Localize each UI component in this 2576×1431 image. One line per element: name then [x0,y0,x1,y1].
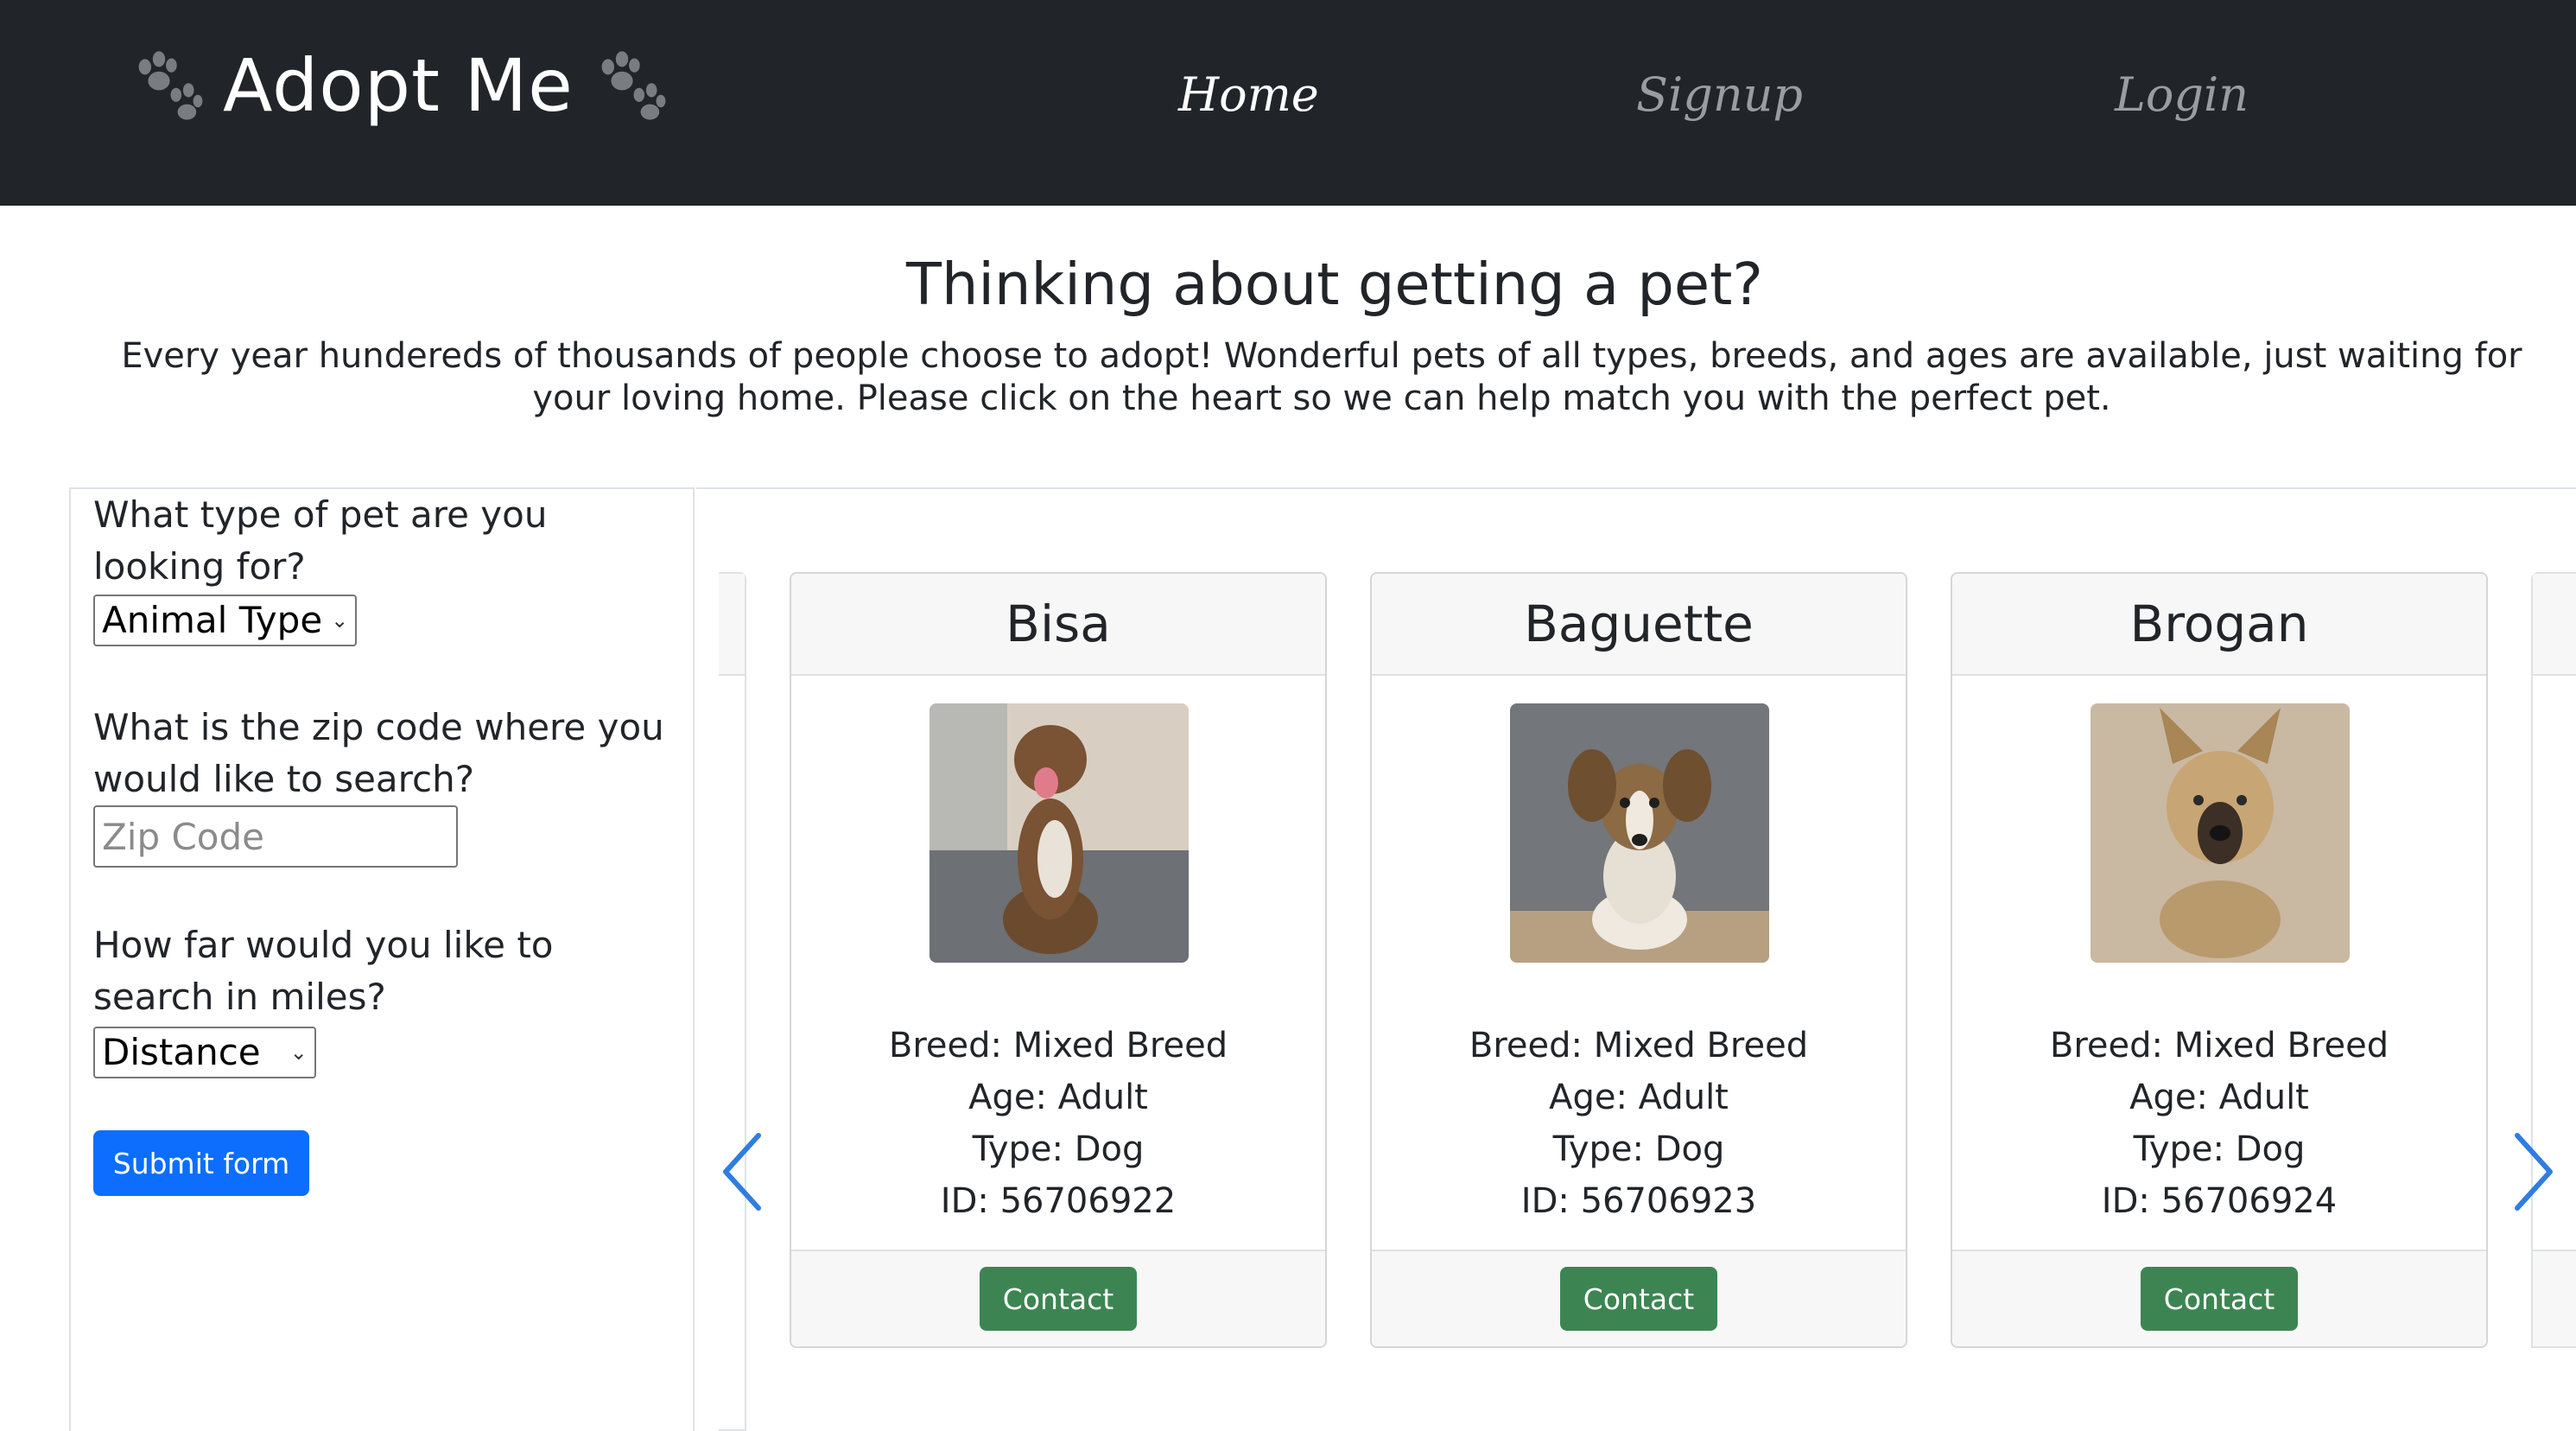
pet-info: Breed: Mixed Breed Age: Adult Type: Dog … [791,1020,1325,1227]
chevron-left-icon[interactable] [719,1130,767,1213]
partial-pet-card [2531,572,2576,1348]
pet-info: Breed: Mixed Breed Age: Adult Type: Dog … [1952,1020,2486,1227]
animal-type-value: Animal Type [102,599,323,641]
pet-photo[interactable] [930,703,1189,963]
pet-card: Baguette Breed: Mixed Breed Age: Adult T… [1370,572,1907,1348]
chevron-down-icon: ⌄ [289,1040,308,1065]
pet-id: ID: 56706922 [940,1181,1177,1221]
zip-question: What is the zip code where you would lik… [93,706,664,800]
pet-breed: Breed: Mixed Breed [1469,1026,1809,1065]
pet-name: Baguette [1372,574,1906,676]
page-title: Thinking about getting a pet? [906,251,1763,318]
distance-value: Distance [102,1031,261,1073]
submit-form-button[interactable]: Submit form [93,1130,309,1196]
zip-code-input[interactable] [93,805,458,868]
pet-age: Age: Adult [968,1078,1148,1117]
pet-card: Bisa Breed: Mixed Breed Age: Adult Type:… [790,572,1327,1348]
contact-button[interactable]: Contact [1560,1267,1717,1331]
paw-icon [601,51,666,120]
pet-type-question: What type of pet are you looking for? [93,493,548,588]
pet-id: ID: 56706923 [1520,1181,1757,1221]
navbar: Adopt Me Home Signup Login [0,0,2576,206]
intro-text: Every year hundereds of thousands of peo… [121,336,2522,418]
pet-name: Bisa [791,574,1325,676]
pet-photo[interactable] [2091,703,2350,963]
card-footer: Contact [1952,1250,2486,1346]
chevron-down-icon: ⌄ [331,608,349,633]
search-form: What type of pet are you looking for? An… [69,487,695,1431]
pet-id: ID: 56706924 [2101,1181,2338,1221]
pet-type: Type: Dog [972,1129,1145,1169]
pet-photo[interactable] [1510,703,1769,963]
pet-name: Brogan [1952,574,2486,676]
animal-type-select[interactable]: Animal Type ⌄ [93,595,358,646]
pet-breed: Breed: Mixed Breed [888,1026,1228,1065]
pet-age: Age: Adult [1549,1078,1729,1117]
chevron-right-icon[interactable] [2509,1130,2557,1213]
distance-select[interactable]: Distance ⌄ [93,1027,316,1078]
brand-title: Adopt Me [223,43,574,128]
card-footer: Contact [1372,1250,1906,1346]
brand[interactable]: Adopt Me [128,38,669,133]
partial-pet-card [719,572,746,1431]
pet-info: Breed: Mixed Breed Age: Adult Type: Dog … [1372,1020,1906,1227]
pet-type: Type: Dog [2133,1129,2306,1169]
pet-age: Age: Adult [2129,1078,2309,1117]
pet-card: Brogan Breed: Mixed Breed Age: Adult Typ… [1951,572,2488,1348]
contact-button[interactable]: Contact [980,1267,1137,1331]
contact-button[interactable]: Contact [2141,1267,2298,1331]
distance-question: How far would you like to search in mile… [93,924,554,1018]
nav-link-signup[interactable]: Signup [1636,67,1803,122]
card-footer: Contact [791,1250,1325,1346]
paw-icon [138,51,203,120]
pet-type: Type: Dog [1552,1129,1725,1169]
pet-breed: Breed: Mixed Breed [2049,1026,2389,1065]
nav-link-login[interactable]: Login [2115,67,2249,122]
nav-link-home[interactable]: Home [1178,67,1319,122]
